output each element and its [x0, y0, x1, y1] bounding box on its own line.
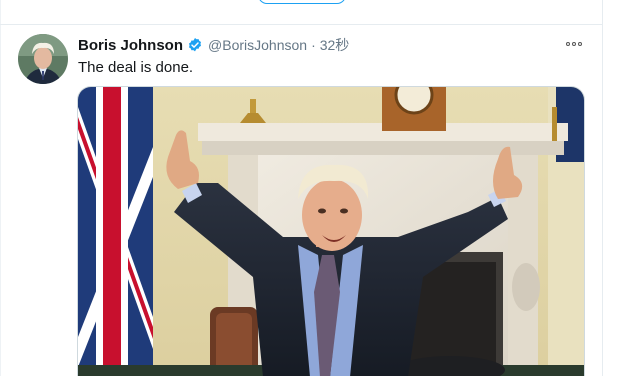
tweet-photo[interactable] — [77, 86, 585, 376]
more-options-icon[interactable] — [566, 38, 588, 50]
separator-dot: · — [311, 37, 316, 53]
show-new-tweets-button[interactable] — [258, 0, 346, 4]
tweet-text: The deal is done. — [78, 59, 194, 76]
verified-badge-icon — [189, 38, 202, 52]
author-name[interactable]: Boris Johnson — [78, 37, 183, 54]
tweet-divider — [0, 24, 603, 25]
tweet-header: Boris Johnson @BorisJohnson · 32秒 — [78, 35, 349, 55]
author-handle[interactable]: @BorisJohnson — [208, 37, 307, 53]
tweet-timestamp[interactable]: 32秒 — [320, 35, 350, 55]
avatar[interactable] — [18, 34, 68, 84]
